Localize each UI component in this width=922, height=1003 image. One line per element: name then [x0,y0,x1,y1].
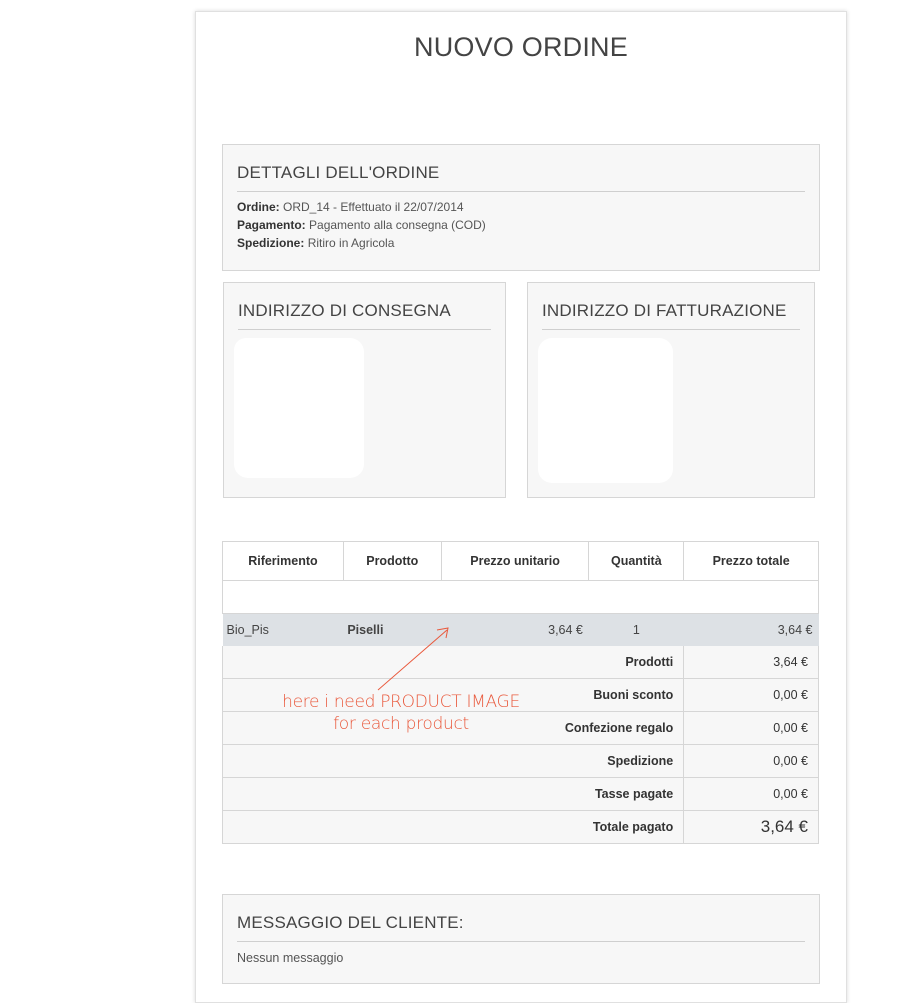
product-total: 3,64 € [683,613,819,646]
summary-label: Prodotti [221,646,684,679]
payment-line: Pagamento: Pagamento alla consegna (COD) [237,218,805,233]
customer-message-box: MESSAGGIO DEL CLIENTE: Nessun messaggio [222,894,820,984]
annotation-line: here i need PRODUCT IMAGE [282,692,520,712]
summary-value: 0,00 € [683,678,819,712]
summary-value: 0,00 € [683,744,819,778]
table-header-row: Riferimento Prodotto Prezzo unitario Qua… [222,541,819,581]
summary-label: Tasse pagate [221,777,684,811]
summary-label: Spedizione [221,744,684,778]
customer-message-text: Nessun messaggio [237,951,344,965]
product-quantity: 1 [588,613,684,646]
column-header: Quantità [588,541,685,581]
summary-row: Tasse pagate 0,00 € [221,777,819,811]
order-email: NUOVO ORDINE DETTAGLI DELL'ORDINE Ordine… [195,11,847,1003]
billing-address-box: INDIRIZZO DI FATTURAZIONE [527,282,815,498]
page-title: NUOVO ORDINE [414,32,628,62]
table-row: Bio_Pis Piselli 3,64 € 1 3,64 € [222,613,819,646]
product-reference: Bio_Pis [222,613,344,646]
order-details-box: DETTAGLI DELL'ORDINE Ordine: ORD_14 - Ef… [222,144,820,271]
summary-value: 0,00 € [683,777,819,811]
column-header: Riferimento [222,541,344,581]
delivery-address-heading: INDIRIZZO DI CONSEGNA [238,301,491,330]
summary-value: 3,64 € [683,646,819,679]
shipping-value: Ritiro in Agricola [307,236,395,250]
summary-total-value: 3,64 € [683,810,819,844]
summary-row: Prodotti 3,64 € [221,646,819,679]
product-unit-price: 3,64 € [441,613,589,646]
summary-row: Totale pagato 3,64 € [221,810,819,844]
redacted-address-block [234,338,294,363]
table-spacer-row [222,580,819,614]
order-label: Ordine: [237,200,280,214]
shipping-label: Spedizione: [237,236,305,250]
redacted-address-block [538,338,673,483]
column-header: Prezzo totale [683,541,819,581]
column-header: Prezzo unitario [440,541,590,581]
product-name: Piselli [343,613,442,646]
column-header: Prodotto [342,541,442,581]
order-value: ORD_14 - Effettuato il 22/07/2014 [283,200,464,214]
billing-address-heading: INDIRIZZO DI FATTURAZIONE [542,301,800,330]
payment-label: Pagamento: [237,218,306,232]
summary-row: Spedizione 0,00 € [221,744,819,778]
order-line: Ordine: ORD_14 - Effettuato il 22/07/201… [237,200,805,215]
shipping-line: Spedizione: Ritiro in Agricola [237,236,805,251]
annotation-line: for each product [333,714,469,734]
order-details-heading: DETTAGLI DELL'ORDINE [237,163,805,192]
annotation-note: here i need PRODUCT IMAGE for each produ… [276,691,526,735]
payment-value: Pagamento alla consegna (COD) [309,218,486,232]
summary-label: Totale pagato [221,810,684,844]
summary-value: 0,00 € [683,711,819,745]
delivery-address-box: INDIRIZZO DI CONSEGNA [223,282,506,498]
customer-message-heading: MESSAGGIO DEL CLIENTE: [237,913,805,942]
